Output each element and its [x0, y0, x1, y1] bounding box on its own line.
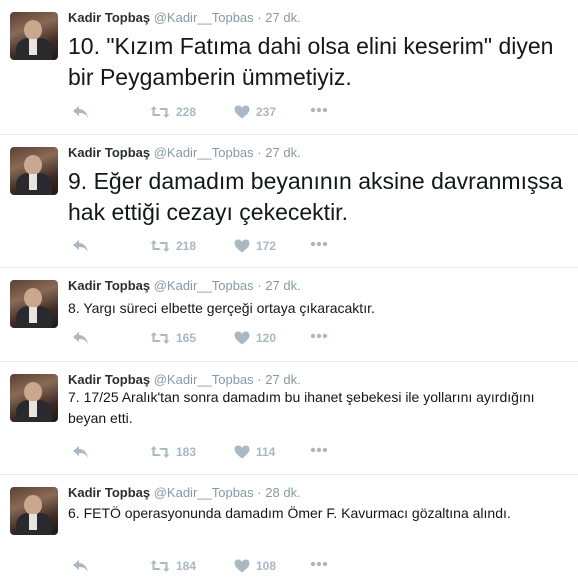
separator-dot: ·: [257, 485, 262, 500]
tweet[interactable]: Kadir Topbaş @Kadir__Topbas · 27 dk. 10.…: [0, 0, 578, 135]
more-icon: [310, 333, 328, 339]
separator-dot: ·: [257, 372, 262, 387]
more-button[interactable]: [310, 107, 328, 113]
heart-icon: [234, 331, 250, 345]
more-icon: [310, 241, 328, 247]
like-count: 237: [256, 105, 277, 119]
like-button[interactable]: 120: [234, 331, 276, 345]
author-name[interactable]: Kadir Topbaş: [68, 278, 150, 293]
heart-icon: [234, 559, 250, 573]
tweet[interactable]: Kadir Topbaş @Kadir__Topbas · 27 dk. 7. …: [0, 362, 578, 475]
tweet-actions: 165 120: [68, 331, 368, 349]
tweet-timestamp[interactable]: 27 dk.: [265, 278, 300, 293]
tweet-timestamp[interactable]: 27 dk.: [265, 372, 300, 387]
tweet-header: Kadir Topbaş @Kadir__Topbas · 27 dk.: [68, 278, 301, 293]
retweet-icon: [150, 332, 170, 344]
separator-dot: ·: [257, 145, 262, 160]
tweet-header: Kadir Topbaş @Kadir__Topbas · 27 dk.: [68, 145, 301, 160]
heart-icon: [234, 105, 250, 119]
retweet-button[interactable]: 165: [150, 331, 196, 345]
avatar[interactable]: [10, 12, 58, 60]
reply-icon: [73, 446, 88, 458]
like-button[interactable]: 172: [234, 239, 276, 253]
author-handle[interactable]: @Kadir__Topbas: [154, 145, 254, 160]
like-count: 108: [256, 559, 277, 573]
retweet-icon: [150, 560, 170, 572]
retweet-count: 165: [176, 331, 197, 345]
tweet-actions: 184 108: [68, 559, 368, 577]
tweet[interactable]: Kadir Topbaş @Kadir__Topbas · 27 dk. 8. …: [0, 268, 578, 362]
retweet-count: 183: [176, 445, 197, 459]
separator-dot: ·: [257, 10, 262, 25]
author-handle[interactable]: @Kadir__Topbas: [154, 372, 254, 387]
tweet-text: 6. FETÖ operasyonunda damadım Ömer F. Ka…: [68, 505, 511, 521]
more-button[interactable]: [310, 447, 328, 453]
author-name[interactable]: Kadir Topbaş: [68, 145, 150, 160]
retweet-count: 218: [176, 239, 197, 253]
tweet-text: 9. Eğer damadım beyanının aksine davranm…: [68, 168, 563, 225]
more-button[interactable]: [310, 561, 328, 567]
author-handle[interactable]: @Kadir__Topbas: [154, 10, 254, 25]
tweet-header: Kadir Topbaş @Kadir__Topbas · 27 dk.: [68, 10, 301, 25]
tweet-header: Kadir Topbaş @Kadir__Topbas · 27 dk.: [68, 372, 301, 387]
retweet-button[interactable]: 184: [150, 559, 196, 573]
retweet-icon: [150, 446, 170, 458]
retweet-button[interactable]: 218: [150, 239, 196, 253]
more-icon: [310, 107, 328, 113]
more-button[interactable]: [310, 333, 328, 339]
retweet-button[interactable]: 183: [150, 445, 196, 459]
tweet-actions: 228 237: [68, 105, 368, 123]
like-button[interactable]: 114: [234, 445, 275, 459]
avatar[interactable]: [10, 147, 58, 195]
separator-dot: ·: [257, 278, 262, 293]
reply-icon: [73, 106, 88, 118]
author-name[interactable]: Kadir Topbaş: [68, 485, 150, 500]
tweet-header: Kadir Topbaş @Kadir__Topbas · 28 dk.: [68, 485, 301, 500]
author-handle[interactable]: @Kadir__Topbas: [154, 278, 254, 293]
like-count: 172: [256, 239, 277, 253]
tweet-timeline: Kadir Topbaş @Kadir__Topbas · 27 dk. 10.…: [0, 0, 578, 586]
tweet-text: 10. "Kızım Fatıma dahi olsa elini keseri…: [68, 33, 554, 90]
retweet-icon: [150, 240, 170, 252]
like-count: 114: [256, 445, 276, 459]
author-name[interactable]: Kadir Topbaş: [68, 10, 150, 25]
tweet-text: 7. 17/25 Aralık'tan sonra damadım bu iha…: [68, 389, 535, 426]
avatar[interactable]: [10, 280, 58, 328]
heart-icon: [234, 239, 250, 253]
avatar[interactable]: [10, 374, 58, 422]
reply-button[interactable]: [72, 105, 89, 119]
more-icon: [310, 447, 328, 453]
like-count: 120: [256, 331, 277, 345]
reply-icon: [73, 560, 88, 572]
tweet-actions: 183 114: [68, 445, 368, 463]
retweet-icon: [150, 106, 170, 118]
avatar[interactable]: [10, 487, 58, 535]
retweet-count: 184: [176, 559, 197, 573]
retweet-button[interactable]: 228: [150, 105, 196, 119]
tweet-text: 8. Yargı süreci elbette gerçeği ortaya ç…: [68, 300, 375, 316]
like-button[interactable]: 237: [234, 105, 276, 119]
heart-icon: [234, 445, 250, 459]
reply-icon: [73, 240, 88, 252]
tweet-timestamp[interactable]: 27 dk.: [265, 145, 300, 160]
author-handle[interactable]: @Kadir__Topbas: [154, 485, 254, 500]
reply-button[interactable]: [72, 445, 89, 459]
reply-button[interactable]: [72, 331, 89, 345]
like-button[interactable]: 108: [234, 559, 276, 573]
reply-icon: [73, 332, 88, 344]
tweet-timestamp[interactable]: 27 dk.: [265, 10, 300, 25]
retweet-count: 228: [176, 105, 197, 119]
reply-button[interactable]: [72, 239, 89, 253]
tweet-timestamp[interactable]: 28 dk.: [265, 485, 300, 500]
more-icon: [310, 561, 328, 567]
author-name[interactable]: Kadir Topbaş: [68, 372, 150, 387]
tweet-actions: 218 172: [68, 239, 368, 257]
tweet[interactable]: Kadir Topbaş @Kadir__Topbas · 27 dk. 9. …: [0, 135, 578, 268]
reply-button[interactable]: [72, 559, 89, 573]
tweet[interactable]: Kadir Topbaş @Kadir__Topbas · 28 dk. 6. …: [0, 475, 578, 586]
more-button[interactable]: [310, 241, 328, 247]
